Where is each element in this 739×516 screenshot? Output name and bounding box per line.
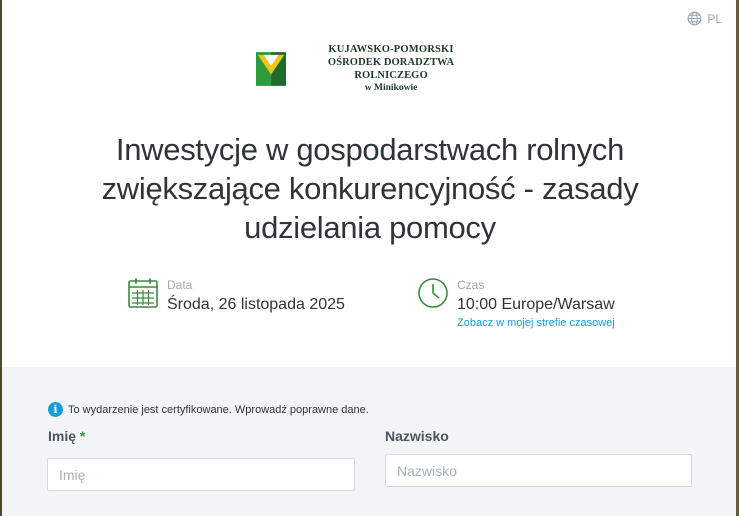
last-name-input[interactable] (385, 454, 692, 487)
globe-icon (687, 11, 702, 26)
logo-mark-icon (256, 52, 287, 86)
language-selector[interactable]: PL (687, 11, 722, 26)
event-title: Inwestycje w gospodarstwach rolnych zwię… (101, 132, 639, 245)
logo-line-1: KUJAWSKO-POMORSKI (328, 44, 454, 55)
clock-icon (418, 278, 448, 308)
registration-form: i To wydarzenie jest certyfikowane. Wpro… (2, 367, 736, 516)
certification-notice: i To wydarzenie jest certyfikowane. Wpro… (48, 402, 369, 417)
organizer-logo: KUJAWSKO-POMORSKI OŚRODEK DORADZTWA ROLN… (254, 44, 486, 94)
date-label: Data (167, 278, 193, 292)
notice-text: To wydarzenie jest certyfikowane. Wprowa… (68, 403, 369, 416)
time-label: Czas (457, 278, 485, 292)
timezone-link[interactable]: Zobacz w mojej strefie czasowej (457, 317, 615, 329)
last-name-label: Nazwisko (385, 428, 449, 444)
time-value: 10:00 Europe/Warsaw (457, 296, 615, 313)
logo-line-3: w Minikowie (364, 83, 418, 93)
first-name-label: Imię * (48, 428, 85, 444)
first-name-input[interactable] (47, 458, 355, 491)
logo-line-2: OŚRODEK DORADZTWA ROLNICZEGO (327, 57, 455, 81)
date-value: Środa, 26 listopada 2025 (167, 296, 345, 313)
required-mark: * (79, 428, 86, 444)
logo-text: KUJAWSKO-POMORSKI OŚRODEK DORADZTWA ROLN… (296, 43, 486, 95)
first-name-label-text: Imię (48, 428, 77, 444)
calendar-icon (128, 278, 158, 308)
language-code: PL (707, 11, 722, 26)
event-date: Data Środa, 26 listopada 2025 (127, 277, 345, 314)
info-icon: i (48, 402, 63, 417)
event-registration-card: PL KUJAWSKO-POMORSKI OŚRODEK DORADZTWA R… (2, 0, 736, 516)
event-time: Czas 10:00 Europe/Warsaw Zobacz w mojej … (417, 277, 615, 329)
